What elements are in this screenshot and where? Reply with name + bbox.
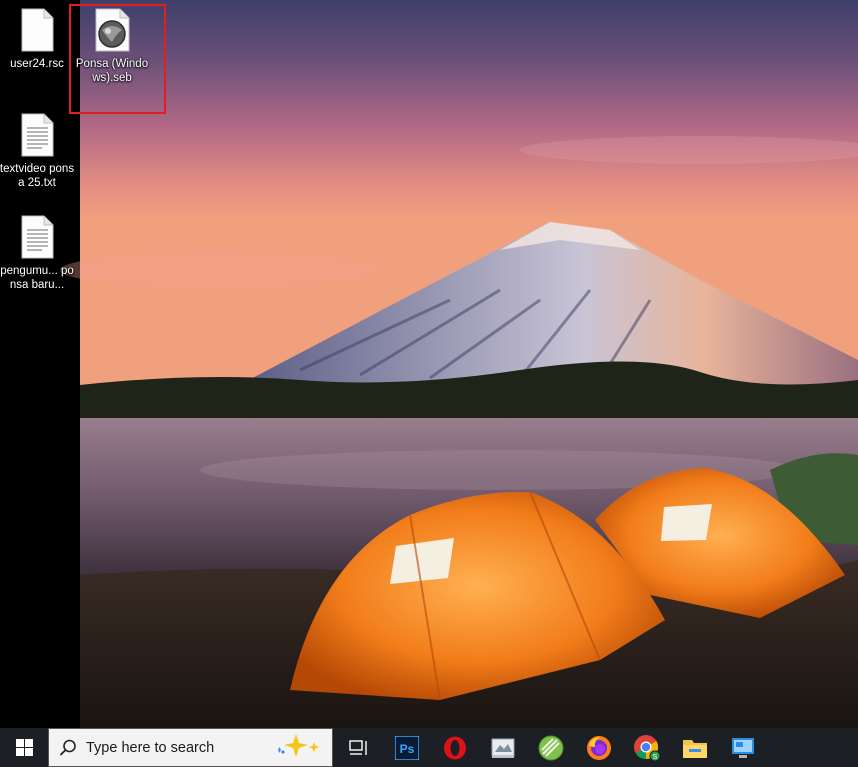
file-explorer-icon: [683, 739, 707, 758]
taskbar-app-chrome[interactable]: S: [623, 728, 671, 767]
desktop-icon-pengumuman[interactable]: pengumu... ponsa baru...: [0, 215, 75, 292]
taskbar-app-firefox[interactable]: [575, 728, 623, 767]
taskbar-app-remote-desktop[interactable]: [719, 728, 767, 767]
desktop-icon-ponsa-seb[interactable]: Ponsa (Windows).seb: [74, 8, 150, 85]
taskbar-app-file-explorer[interactable]: [671, 728, 719, 767]
search-placeholder: Type here to search: [86, 739, 215, 756]
desktop-icon-user24[interactable]: user24.rsc: [0, 8, 75, 71]
photoshop-icon: Ps: [395, 735, 419, 760]
text-file-icon: [17, 113, 57, 157]
desktop-icon-label: pengumu... ponsa baru...: [0, 265, 74, 291]
seb-file-icon: [92, 8, 132, 52]
taskbar-app-image-viewer[interactable]: [479, 728, 527, 767]
text-file-icon: [17, 215, 57, 259]
svg-text:Ps: Ps: [400, 742, 415, 756]
task-view-icon: [349, 739, 367, 755]
desktop-icon-label: user24.rsc: [10, 58, 64, 70]
desktop-icon-label: textvideo ponsa 25.txt: [0, 163, 75, 189]
firefox-icon: [587, 735, 611, 760]
remote-desktop-icon: [732, 737, 754, 758]
svg-text:S: S: [653, 754, 658, 761]
generic-file-icon: [17, 8, 57, 52]
desktop-wallpaper: [0, 0, 858, 728]
green-app-icon: [538, 735, 564, 760]
desktop-icon-textvideo[interactable]: textvideo ponsa 25.txt: [0, 113, 75, 190]
image-viewer-icon: [491, 738, 515, 758]
windows-logo-icon: [15, 739, 33, 756]
taskbar-search-box[interactable]: Type here to search: [48, 728, 333, 767]
chrome-icon: S: [634, 734, 661, 761]
start-button[interactable]: [0, 728, 48, 767]
taskbar-app-green[interactable]: [527, 728, 575, 767]
opera-icon: [444, 736, 466, 759]
desktop-icon-label: Ponsa (Windows).seb: [75, 58, 149, 84]
task-view-button[interactable]: [335, 728, 383, 767]
search-highlight-sparkle-icon[interactable]: [272, 732, 324, 763]
search-icon: [59, 739, 76, 756]
taskbar-app-opera[interactable]: [431, 728, 479, 767]
taskbar: Type here to search Ps S: [0, 728, 858, 767]
taskbar-app-photoshop[interactable]: Ps: [383, 728, 431, 767]
